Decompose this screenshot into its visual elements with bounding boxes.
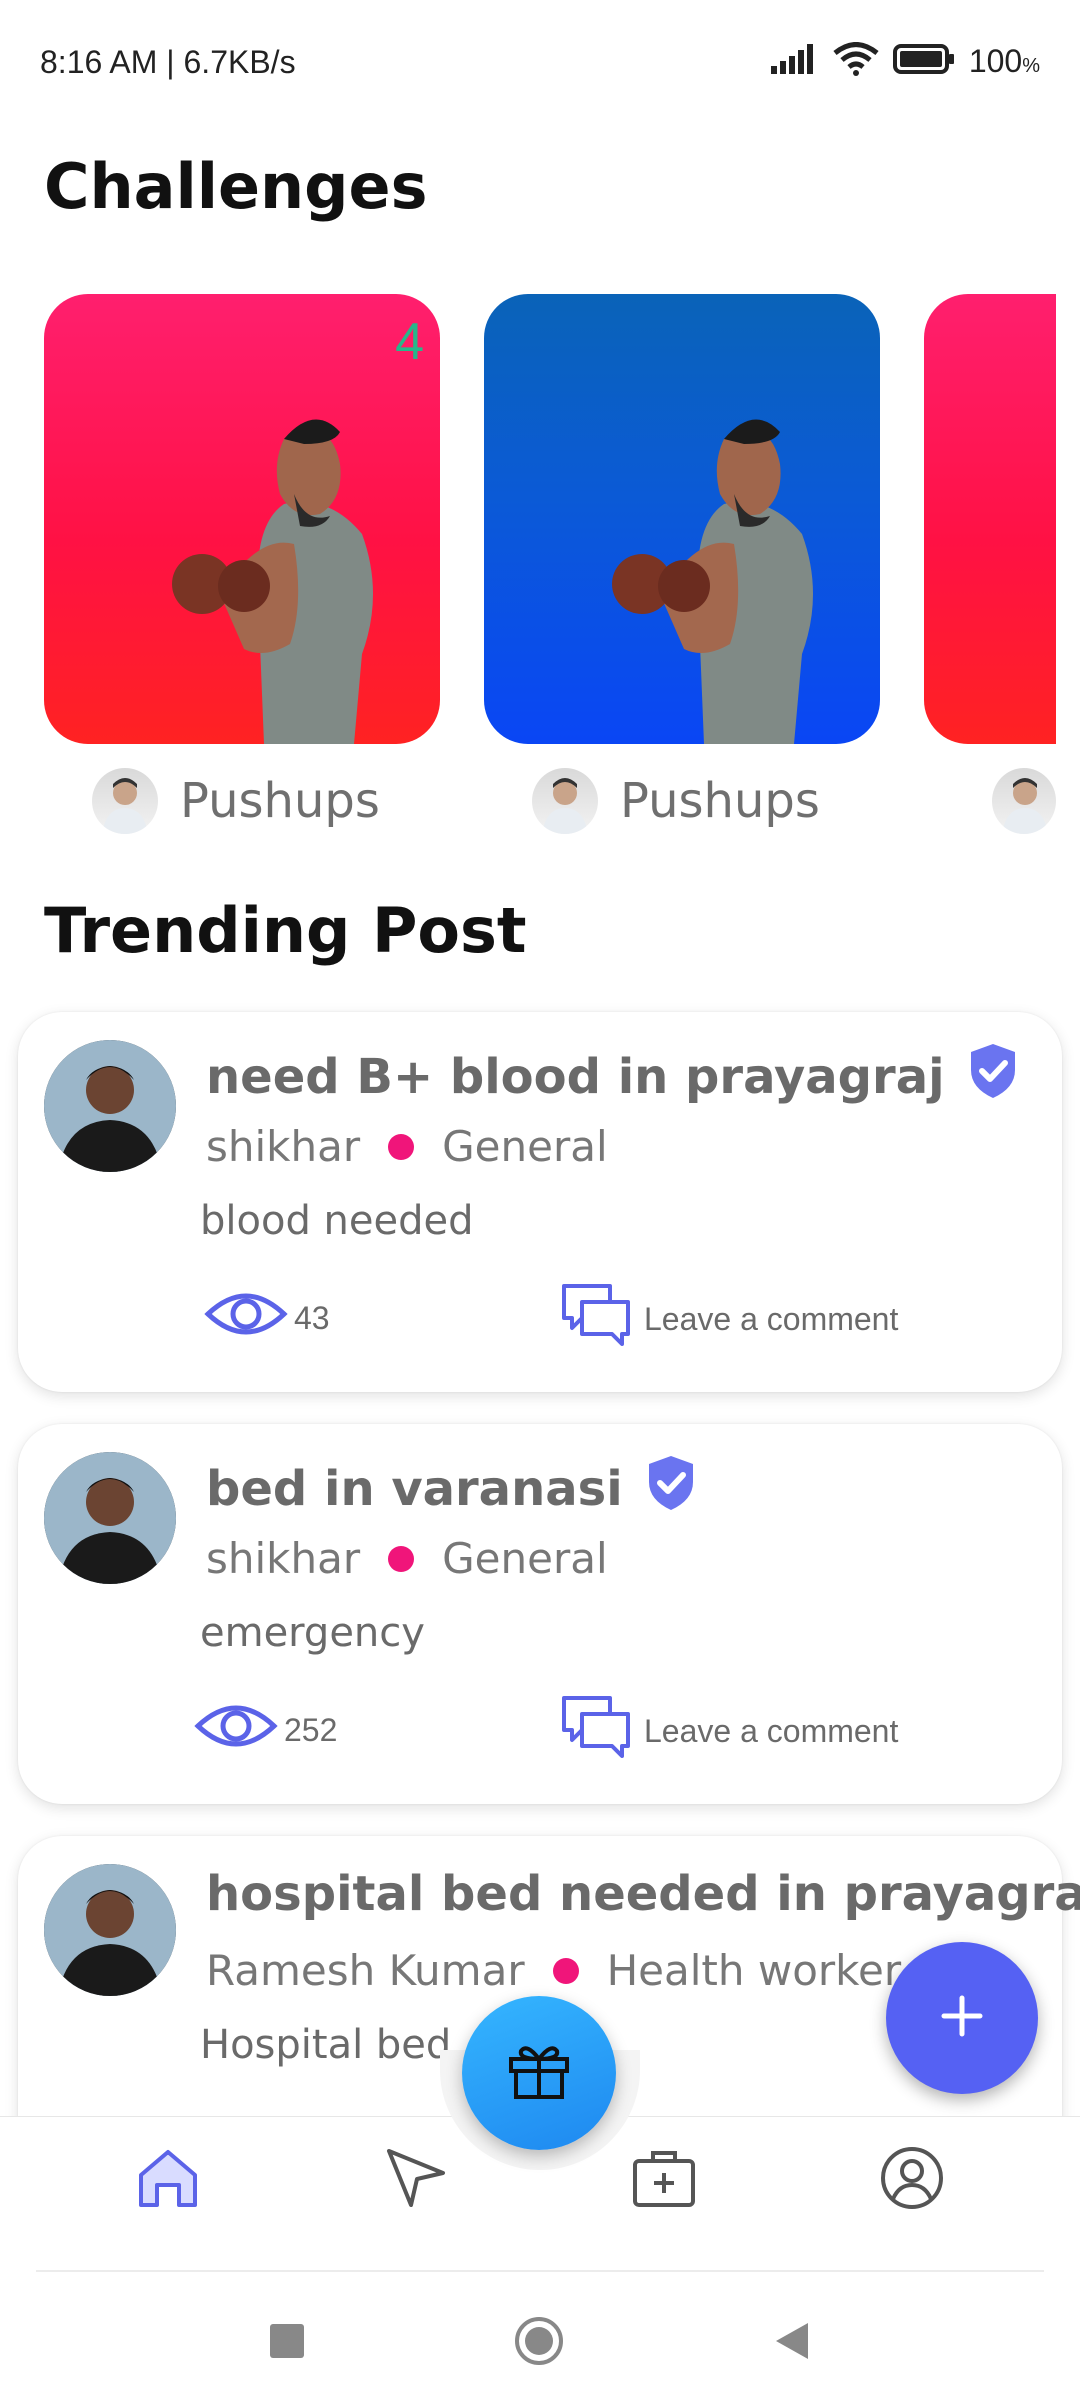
- challenge-card[interactable]: 4: [44, 294, 440, 744]
- post-category: Health worker: [606, 1946, 902, 1995]
- recents-button[interactable]: [252, 2308, 322, 2378]
- category-dot: [552, 1957, 579, 1984]
- post-body: emergency: [200, 1610, 425, 1656]
- post-category: General: [442, 1534, 608, 1583]
- comment-icon: [560, 1282, 632, 1356]
- challenge-item[interactable]: Pushups: [484, 294, 880, 834]
- post-card[interactable]: need B+ blood in prayagraj shikhar Gener…: [18, 1012, 1062, 1392]
- nav-home[interactable]: [128, 2140, 208, 2220]
- avatar: [92, 768, 158, 834]
- post-views: 43: [204, 1286, 330, 1350]
- status-icons: 100%: [770, 42, 1040, 80]
- avatar: [532, 768, 598, 834]
- wifi-icon: [833, 42, 879, 80]
- comment-label: Leave a comment: [644, 1712, 899, 1749]
- circle-icon: [513, 2315, 565, 2371]
- system-nav: [0, 2286, 1080, 2400]
- send-icon: [383, 2145, 449, 2215]
- square-icon: [270, 2324, 304, 2362]
- nav-profile[interactable]: [872, 2140, 952, 2220]
- challenge-meta: Pushups: [484, 768, 880, 834]
- challenges-heading: Challenges: [44, 150, 428, 223]
- post-author: shikhar: [206, 1122, 361, 1171]
- post-meta: Ramesh Kumar Health worker: [206, 1946, 901, 1995]
- challenge-meta: Pushups: [44, 768, 440, 834]
- home-icon: [135, 2147, 201, 2213]
- add-post-button[interactable]: [886, 1942, 1038, 2094]
- avatar: [44, 1452, 176, 1584]
- plus-icon: [940, 1994, 984, 2042]
- avatar: [44, 1040, 176, 1172]
- nav-send[interactable]: [376, 2140, 456, 2220]
- post-title: bed in varanasi: [206, 1461, 623, 1517]
- athlete-image: [172, 419, 373, 744]
- gift-icon: [507, 2041, 571, 2105]
- post-title: hospital bed needed in prayagraj: [206, 1866, 1080, 1922]
- post-meta: shikhar General: [206, 1122, 608, 1171]
- post-author: shikhar: [206, 1534, 361, 1583]
- avatar: [992, 768, 1056, 834]
- nav-medical[interactable]: [624, 2140, 704, 2220]
- verified-icon: [967, 1042, 1019, 1112]
- back-button[interactable]: [756, 2308, 826, 2378]
- challenge-item[interactable]: [924, 294, 1056, 834]
- post-views: 252: [194, 1698, 337, 1762]
- category-dot: [388, 1545, 415, 1572]
- rewards-button[interactable]: [462, 1996, 616, 2150]
- battery-icon: [892, 44, 955, 78]
- view-count: 43: [294, 1299, 330, 1336]
- comment-icon: [560, 1694, 632, 1768]
- verified-icon: [645, 1454, 697, 1524]
- category-dot: [388, 1133, 415, 1160]
- eye-icon: [204, 1286, 288, 1350]
- challenge-meta: [924, 768, 1056, 834]
- triangle-back-icon: [772, 2321, 810, 2365]
- signal-icon: [770, 44, 819, 78]
- post-title-row: hospital bed needed in prayagraj: [206, 1866, 1080, 1922]
- post-meta: shikhar General: [206, 1534, 608, 1583]
- post-title-row: bed in varanasi: [206, 1454, 697, 1524]
- athlete-image: [612, 419, 813, 744]
- eye-icon: [194, 1698, 278, 1762]
- challenge-name: Pushups: [620, 773, 820, 829]
- post-body: blood needed: [200, 1198, 474, 1244]
- challenge-item[interactable]: 4 Pushups: [44, 294, 440, 834]
- medical-kit-icon: [631, 2147, 697, 2213]
- post-title: need B+ blood in prayagraj: [206, 1049, 945, 1105]
- leave-comment-button[interactable]: Leave a comment: [560, 1282, 898, 1356]
- challenge-card[interactable]: [924, 294, 1056, 744]
- comment-label: Leave a comment: [644, 1300, 899, 1337]
- post-category: General: [442, 1122, 608, 1171]
- post-title-row: need B+ blood in prayagraj: [206, 1042, 1019, 1112]
- avatar: [44, 1864, 176, 1996]
- challenge-card[interactable]: [484, 294, 880, 744]
- post-body: Hospital bed: [200, 2022, 452, 2068]
- status-time: 8:16 AM | 6.7KB/s: [40, 44, 296, 80]
- battery-level: 100%: [968, 42, 1040, 79]
- status-bar: 8:16 AM | 6.7KB/s 100%: [0, 0, 1080, 120]
- system-divider: [36, 2270, 1044, 2272]
- trending-heading: Trending Post: [44, 894, 527, 967]
- view-count: 252: [284, 1711, 338, 1748]
- leave-comment-button[interactable]: Leave a comment: [560, 1694, 898, 1768]
- home-system-button[interactable]: [504, 2308, 574, 2378]
- post-author: Ramesh Kumar: [206, 1946, 525, 1995]
- post-card[interactable]: bed in varanasi shikhar General emergenc…: [18, 1424, 1062, 1804]
- challenge-name: Pushups: [180, 773, 380, 829]
- profile-icon: [879, 2145, 945, 2215]
